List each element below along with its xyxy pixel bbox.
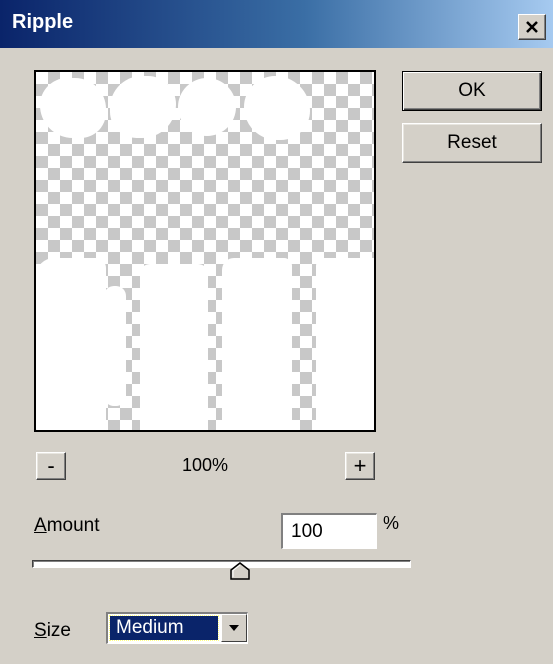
- reset-button[interactable]: Reset: [402, 123, 542, 163]
- preview-blob: [222, 258, 292, 430]
- size-label-accelerator: S: [34, 620, 47, 641]
- amount-unit: %: [383, 513, 400, 533]
- preview-blob: [244, 76, 310, 140]
- amount-label-accelerator: A: [34, 515, 47, 536]
- zoom-out-button[interactable]: -: [36, 452, 66, 480]
- amount-slider-thumb[interactable]: [230, 562, 251, 580]
- zoom-in-button[interactable]: +: [345, 452, 375, 480]
- chevron-down-icon: [229, 625, 239, 631]
- preview-blob: [104, 286, 126, 406]
- dialog-title: Ripple: [12, 11, 74, 33]
- title-bar[interactable]: Ripple: [0, 0, 553, 48]
- size-select[interactable]: Medium: [106, 612, 248, 644]
- preview-blob: [110, 76, 176, 138]
- preview-blob: [36, 258, 106, 430]
- size-dropdown-button[interactable]: [221, 614, 247, 642]
- size-label-rest: ize: [46, 620, 71, 641]
- filter-preview[interactable]: [34, 70, 376, 432]
- amount-input[interactable]: 100: [281, 513, 377, 549]
- preview-blob: [316, 258, 374, 430]
- zoom-level: 100%: [181, 455, 229, 475]
- preview-blob: [140, 264, 208, 430]
- size-label: Size: [34, 620, 71, 642]
- close-button[interactable]: [518, 14, 546, 40]
- amount-label: Amount: [34, 515, 100, 537]
- ripple-dialog: Ripple OK Reset - 100% + Amount 100 % Si…: [0, 0, 553, 664]
- amount-slider-track[interactable]: [32, 560, 411, 568]
- amount-label-rest: mount: [46, 515, 100, 536]
- close-icon: [526, 21, 538, 33]
- preview-blob: [40, 78, 106, 138]
- ok-button[interactable]: OK: [402, 71, 542, 111]
- size-selected-value: Medium: [109, 615, 219, 641]
- preview-blob: [178, 78, 236, 136]
